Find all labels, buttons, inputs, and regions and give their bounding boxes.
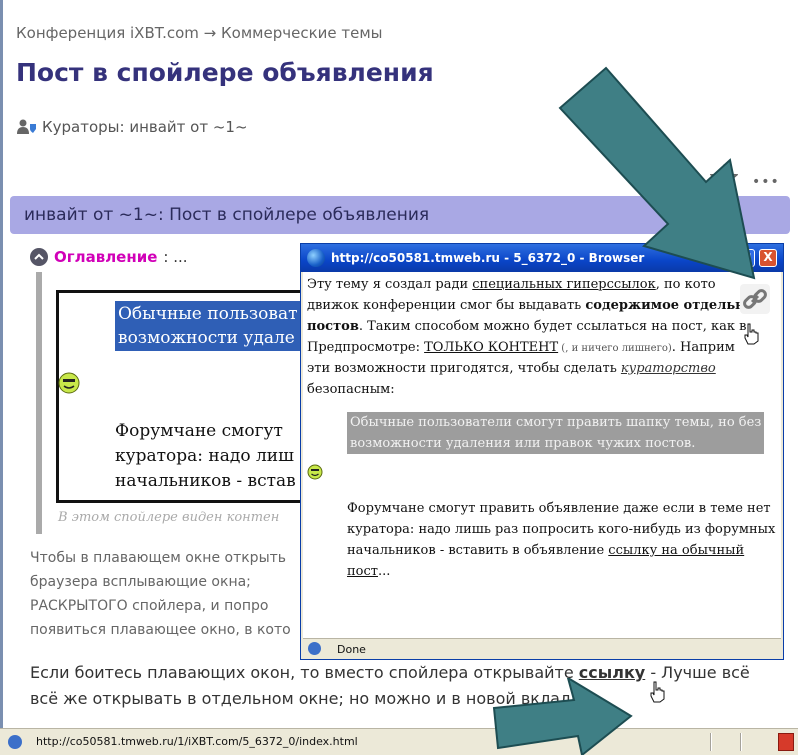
popup-line: Предпросмотре: ТОЛЬКО КОНТЕНТ (, и ничег… (307, 337, 735, 359)
globe-icon (307, 249, 325, 267)
bottom-text-part: - Лучше всё (645, 663, 750, 682)
smiley-icon (58, 372, 80, 394)
quote-line: Обычные пользователи смогут править шапк… (350, 415, 762, 430)
popup-statusbar: Done (303, 638, 781, 659)
curator-user-icon (17, 119, 36, 134)
spoiler-note: В этом спойлере виден контен (58, 510, 280, 525)
popup-forum-quote: Форумчане смогут править объявление даже… (347, 498, 775, 582)
bottom-text-line: всё же открывать в отдельном окне; но мо… (30, 689, 596, 708)
text-part: . Таким способом можно будет ссылаться н… (358, 319, 747, 334)
topic-header-bar: инвайт от ~1~: Пост в спойлере объявлени… (10, 196, 790, 234)
toc-label[interactable]: Оглавление (54, 248, 157, 266)
maximize-button[interactable]: □ (737, 249, 755, 267)
text-part: движок конференции смог бы выдавать (307, 298, 586, 313)
quote-line: возможности удаления или правок чужих по… (350, 436, 696, 451)
popup-browser-window[interactable]: http://co50581.tmweb.ru - 5_6372_0 - Bro… (300, 243, 784, 660)
text-part: эти возможности пригодятся, чтобы сделат… (307, 361, 621, 376)
paragraph-line: РАСКРЫТОГО спойлера, и попро (30, 598, 269, 614)
popup-line: движок конференции смог бы выдавать соде… (307, 295, 745, 316)
window-frame-left (0, 0, 3, 755)
quote-line: куратора: надо лишь раз попросить кого-н… (347, 522, 776, 537)
popup-status-text: Done (337, 643, 366, 656)
text-part: начальников - вставить в объявление (347, 543, 609, 558)
popup-selected-quote: Обычные пользователи смогут править шапк… (347, 412, 765, 454)
toc-toggle[interactable]: Оглавление : ... (30, 248, 188, 266)
minimize-button[interactable]: _ (715, 249, 733, 267)
paragraph-line: Чтобы в плавающем окне открыть (30, 550, 287, 566)
content-only-link[interactable]: ТОЛЬКО КОНТЕНТ (424, 340, 558, 355)
curators-text[interactable]: Кураторы: инвайт от ~1~ (42, 118, 248, 136)
status-url: http://co50581.tmweb.ru/1/iXBT.com/5_637… (36, 735, 358, 748)
lock-icon (778, 733, 794, 751)
popup-line: безопасным: (307, 382, 395, 397)
status-divider (740, 733, 742, 751)
instruction-paragraph: Чтобы в плавающем окне открыть браузера … (30, 546, 302, 642)
spoiler-selected-line: Обычные пользоват (118, 304, 298, 324)
star-icon[interactable] (710, 164, 738, 192)
spoiler-selected-line: возможности удале (118, 328, 295, 348)
paragraph-line: появиться плавающее окно, в кото (30, 622, 291, 638)
bottom-paragraph: Если боитесь плавающих окон, то вместо с… (30, 660, 750, 712)
quote-line: Форумчане смогут править объявление даже… (347, 501, 771, 516)
spoiler-forum-text: Форумчане смогут куратора: надо лиш нача… (115, 419, 296, 494)
topic-header-text: инвайт от ~1~: Пост в спойлере объявлени… (24, 205, 430, 225)
popup-line: постов. Таким способом можно будет ссыла… (307, 316, 746, 337)
status-divider (710, 733, 712, 751)
more-options-icon[interactable]: ••• (752, 174, 780, 190)
browser-statusbar: http://co50581.tmweb.ru/1/iXBT.com/5_637… (0, 728, 798, 755)
curatorship-link[interactable]: кураторство (621, 361, 716, 376)
quote-line: начальников - вставить в объявление ссыл… (347, 540, 775, 561)
globe-icon (8, 735, 22, 749)
text-part: Предпросмотре: (307, 340, 425, 355)
hyperlink-special[interactable]: специальных гиперссылок (472, 277, 656, 292)
spoiler-forum-line: Форумчане смогут (115, 421, 283, 441)
text-part: ... (377, 564, 391, 579)
text-part: , по кото (655, 277, 716, 292)
spoiler-content: Обычные пользоват возможности удале Фору… (56, 290, 306, 503)
spoiler-selected-text: Обычные пользоват возможности удале (115, 301, 301, 351)
regular-post-link[interactable]: ссылку на обычный (608, 543, 744, 558)
popup-content: Эту тему я создал ради специальных гипер… (303, 272, 781, 638)
text-part: . Наприм (671, 340, 735, 355)
toc-rest: : ... (163, 248, 188, 266)
spoiler-forum-line: начальников - встав (115, 471, 296, 491)
close-button[interactable]: X (759, 249, 777, 267)
post-link[interactable]: пост (347, 564, 378, 579)
text-part: (, и ничего лишнего) (558, 343, 672, 354)
text-part: постов (307, 319, 359, 334)
breadcrumb[interactable]: Конференция iXBT.com → Коммерческие темы (16, 24, 383, 42)
page-title: Пост в спойлере объявления (16, 58, 434, 87)
popup-line: Эту тему я создал ради специальных гипер… (307, 274, 716, 295)
globe-icon (308, 642, 321, 655)
text-part: содержимое отдельн (585, 298, 745, 313)
quote-line: пост... (347, 561, 775, 582)
chevron-up-icon[interactable] (30, 248, 48, 266)
spoiler-forum-line: куратора: надо лиш (115, 446, 294, 466)
popup-line: эти возможности пригодятся, чтобы сделат… (307, 358, 716, 379)
popup-title: http://co50581.tmweb.ru - 5_6372_0 - Bro… (331, 251, 645, 265)
direct-link[interactable]: ссылку (579, 663, 645, 682)
paragraph-line: браузера всплывающие окна; (30, 574, 251, 590)
bottom-text-part: Если боитесь плавающих окон, то вместо с… (30, 663, 579, 682)
curators-line: Кураторы: инвайт от ~1~ (16, 118, 248, 136)
text-part: Эту тему я создал ради (307, 277, 473, 292)
popup-titlebar[interactable]: http://co50581.tmweb.ru - 5_6372_0 - Bro… (301, 244, 783, 272)
link-icon[interactable] (740, 284, 770, 314)
smiley-icon (307, 464, 323, 480)
